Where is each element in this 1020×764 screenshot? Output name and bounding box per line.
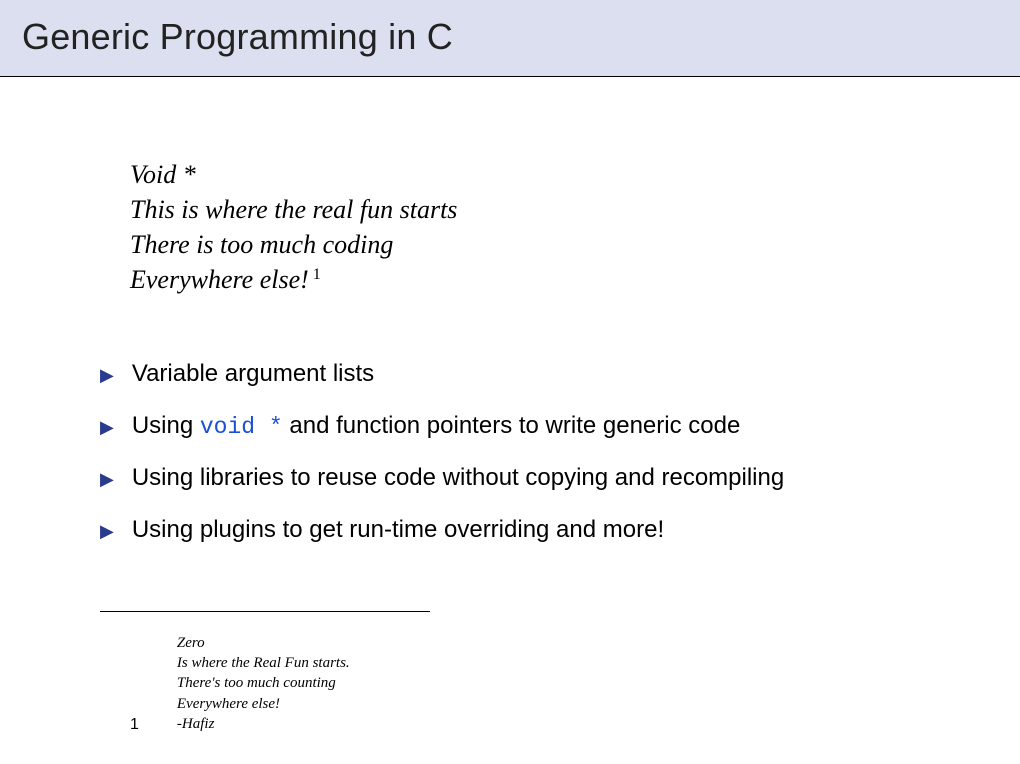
footnote-line: Zero: [177, 633, 350, 653]
triangle-bullet-icon: ▶: [100, 519, 114, 544]
bullet-text-before: Using: [132, 412, 200, 439]
footnote-reference: 1: [313, 266, 321, 283]
footnote-line: There's too much counting: [177, 673, 350, 693]
list-item: ▶ Using void * and function pointers to …: [130, 409, 920, 443]
quote-line: Everywhere else!1: [130, 262, 920, 297]
bullet-text-after: and function pointers to write generic c…: [283, 412, 741, 439]
bullet-list: ▶ Variable argument lists ▶ Using void *…: [130, 357, 920, 546]
footnote-block: 1 Zero Is where the Real Fun starts. The…: [130, 633, 350, 734]
footnote-line: Everywhere else!: [177, 694, 350, 714]
list-item: ▶ Using plugins to get run-time overridi…: [130, 513, 920, 547]
bullet-text: Using plugins to get run-time overriding…: [132, 513, 664, 547]
triangle-bullet-icon: ▶: [100, 415, 114, 440]
footnote-content: Zero Is where the Real Fun starts. There…: [177, 633, 350, 734]
footnote-separator: [100, 611, 430, 612]
epigraph-quote: Void * This is where the real fun starts…: [130, 157, 920, 297]
slide-content: Void * This is where the real fun starts…: [0, 77, 1020, 546]
triangle-bullet-icon: ▶: [100, 363, 114, 388]
list-item: ▶ Using libraries to reuse code without …: [130, 461, 920, 495]
quote-line: This is where the real fun starts: [130, 192, 920, 227]
quote-line: Void *: [130, 157, 920, 192]
footnote-line: Is where the Real Fun starts.: [177, 653, 350, 673]
footnote-number: 1: [130, 716, 139, 734]
quote-text: Everywhere else!: [130, 265, 309, 294]
quote-line: There is too much coding: [130, 227, 920, 262]
triangle-bullet-icon: ▶: [100, 467, 114, 492]
list-item: ▶ Variable argument lists: [130, 357, 920, 391]
bullet-text: Variable argument lists: [132, 357, 374, 391]
bullet-text: Using void * and function pointers to wr…: [132, 409, 740, 443]
slide-title-bar: Generic Programming in C: [0, 0, 1020, 77]
inline-code: void *: [200, 414, 283, 440]
bullet-text: Using libraries to reuse code without co…: [132, 461, 784, 495]
footnote-line: -Hafiz: [177, 714, 350, 734]
slide-title: Generic Programming in C: [22, 16, 998, 58]
